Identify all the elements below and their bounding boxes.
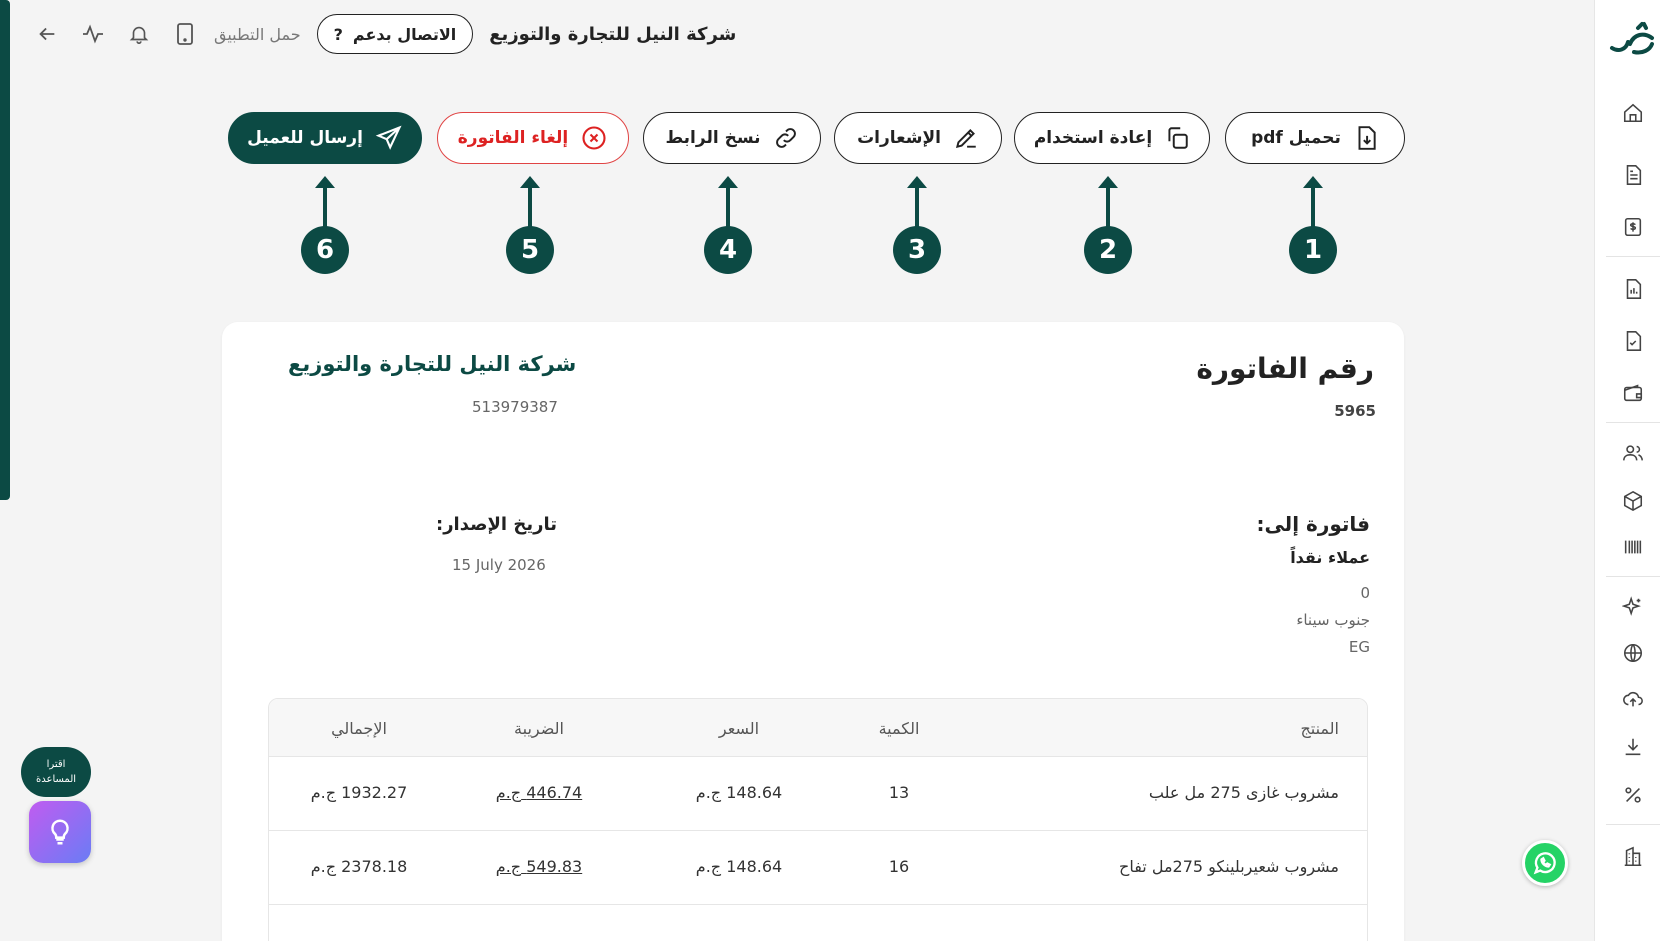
table-header: المنتج الكمية السعر الضريبة الإجمالي [269,699,1367,757]
lightbulb-icon [51,819,69,845]
issue-date: 15 July 2026 [452,556,546,574]
company-tax-number: 513979387 [472,398,558,416]
bill-to-label: فاتورة إلى: [1256,512,1370,536]
sidebar-divider [1606,422,1660,423]
notices-button[interactable]: الإشعارات [834,112,1002,164]
table-row: مشروب شعيربلينكو 275مل تفاح 16 148.64 ج.… [269,831,1367,905]
annotation-marker-1: 1 [1289,176,1337,276]
cancel-invoice-button[interactable]: إلغاء الفاتورة [437,112,629,164]
annotation-marker-5: 5 [506,176,554,276]
download-pdf-label: تحميل pdf [1251,128,1341,148]
activity-icon[interactable] [76,17,110,51]
cell-tax[interactable]: 549.83 ج.م [469,857,609,876]
client-address-line: EG [1348,638,1370,656]
client-address-line: 0 [1360,584,1370,602]
client-name: عملاء نقداً [1290,548,1370,567]
support-label: الاتصال بدعم [352,24,457,44]
percent-icon[interactable] [1618,780,1648,810]
cell-total: 2378.18 ج.م [310,857,408,876]
building-icon[interactable] [1618,842,1648,872]
report-icon[interactable] [1618,274,1648,304]
header-price: السعر [718,719,760,738]
help-lightbulb-button[interactable] [29,801,91,863]
reuse-label: إعادة استخدام [1033,128,1153,148]
support-button[interactable]: ? الاتصال بدعم [316,14,474,54]
wallet-icon[interactable] [1618,378,1648,408]
upload-cloud-icon[interactable] [1618,684,1648,714]
back-arrow-icon[interactable] [30,17,64,51]
copy-link-label: نسخ الرابط [665,128,761,148]
invoice-card: رقم الفاتورة 5965 شركة النيل للتجارة وال… [222,322,1404,941]
sidebar-divider [1606,256,1660,257]
bell-icon[interactable] [122,17,156,51]
sparkle-icon[interactable] [1618,592,1648,622]
send-to-client-button[interactable]: إرسال للعميل [228,112,422,164]
brand-logo-icon[interactable] [1608,18,1658,60]
download-icon[interactable] [1618,732,1648,762]
sidebar-divider [1606,576,1660,577]
send-icon [375,125,402,150]
cell-tax[interactable]: 446.74 ج.م [469,783,609,802]
globe-icon[interactable] [1618,638,1648,668]
annotation-marker-2: 2 [1084,176,1132,276]
invoice-number-label: رقم الفاتورة [1196,352,1374,385]
copy-icon [1168,127,1188,149]
whatsapp-button[interactable] [1522,840,1568,886]
close-circle-icon [582,126,606,150]
notices-label: الإشعارات [857,128,941,148]
download-app-link[interactable]: حمل التطبيق [214,25,301,44]
header-qty: الكمية [878,719,920,738]
left-accent-bar [0,0,10,500]
file-download-icon [1358,126,1376,150]
cell-price: 148.64 ج.م [695,783,783,802]
table-row: مشروب غازى 275 مل علب 13 148.64 ج.م 446.… [269,757,1367,831]
company-title: شركة النيل للتجارة والتوزيع [489,23,737,45]
barcode-icon[interactable] [1618,532,1648,562]
header-tax: الضريبة [514,719,564,738]
help-tooltip: اقترا المساعدة [21,747,91,797]
annotation-marker-6: 6 [301,176,349,276]
pencil-icon [955,129,976,149]
cell-price: 148.64 ج.م [695,857,783,876]
header-product: المنتج [1300,719,1339,738]
cell-total: 1932.27 ج.م [310,783,408,802]
send-to-client-label: إرسال للعميل [247,128,363,148]
annotation-marker-4: 4 [704,176,752,276]
invoice-dollar-icon[interactable] [1618,212,1648,242]
invoice-actions: تحميل pdf إعادة استخدام الإشعارات نسخ ال… [0,112,1672,166]
whatsapp-icon [1533,852,1556,875]
cell-qty: 16 [888,857,910,876]
top-bar: حمل التطبيق ? الاتصال بدعم شركة النيل لل… [30,14,770,54]
cancel-invoice-label: إلغاء الفاتورة [457,128,569,148]
question-icon: ? [333,24,343,44]
cell-product: مشروب شعيربلينكو 275مل تفاح [1119,857,1339,876]
users-icon[interactable] [1618,438,1648,468]
invoice-number: 5965 [1334,402,1376,420]
download-pdf-button[interactable]: تحميل pdf [1225,112,1405,164]
copy-link-button[interactable]: نسخ الرابط [643,112,821,164]
reuse-button[interactable]: إعادة استخدام [1014,112,1210,164]
cell-product: مشروب غازى 275 مل علب [1148,783,1339,802]
box-icon[interactable] [1618,486,1648,516]
cell-qty: 13 [888,783,910,802]
phone-icon[interactable] [168,17,202,51]
sidebar-divider [1606,824,1660,825]
client-address-line: جنوب سيناء [1296,611,1370,629]
items-table: المنتج الكمية السعر الضريبة الإجمالي مشر… [268,698,1368,941]
company-name: شركة النيل للتجارة والتوزيع [288,352,577,376]
annotation-marker-3: 3 [893,176,941,276]
header-total: الإجمالي [331,719,387,738]
file-check-icon[interactable] [1618,326,1648,356]
issue-date-label: تاريخ الإصدار: [436,514,557,535]
link-icon [775,128,796,148]
